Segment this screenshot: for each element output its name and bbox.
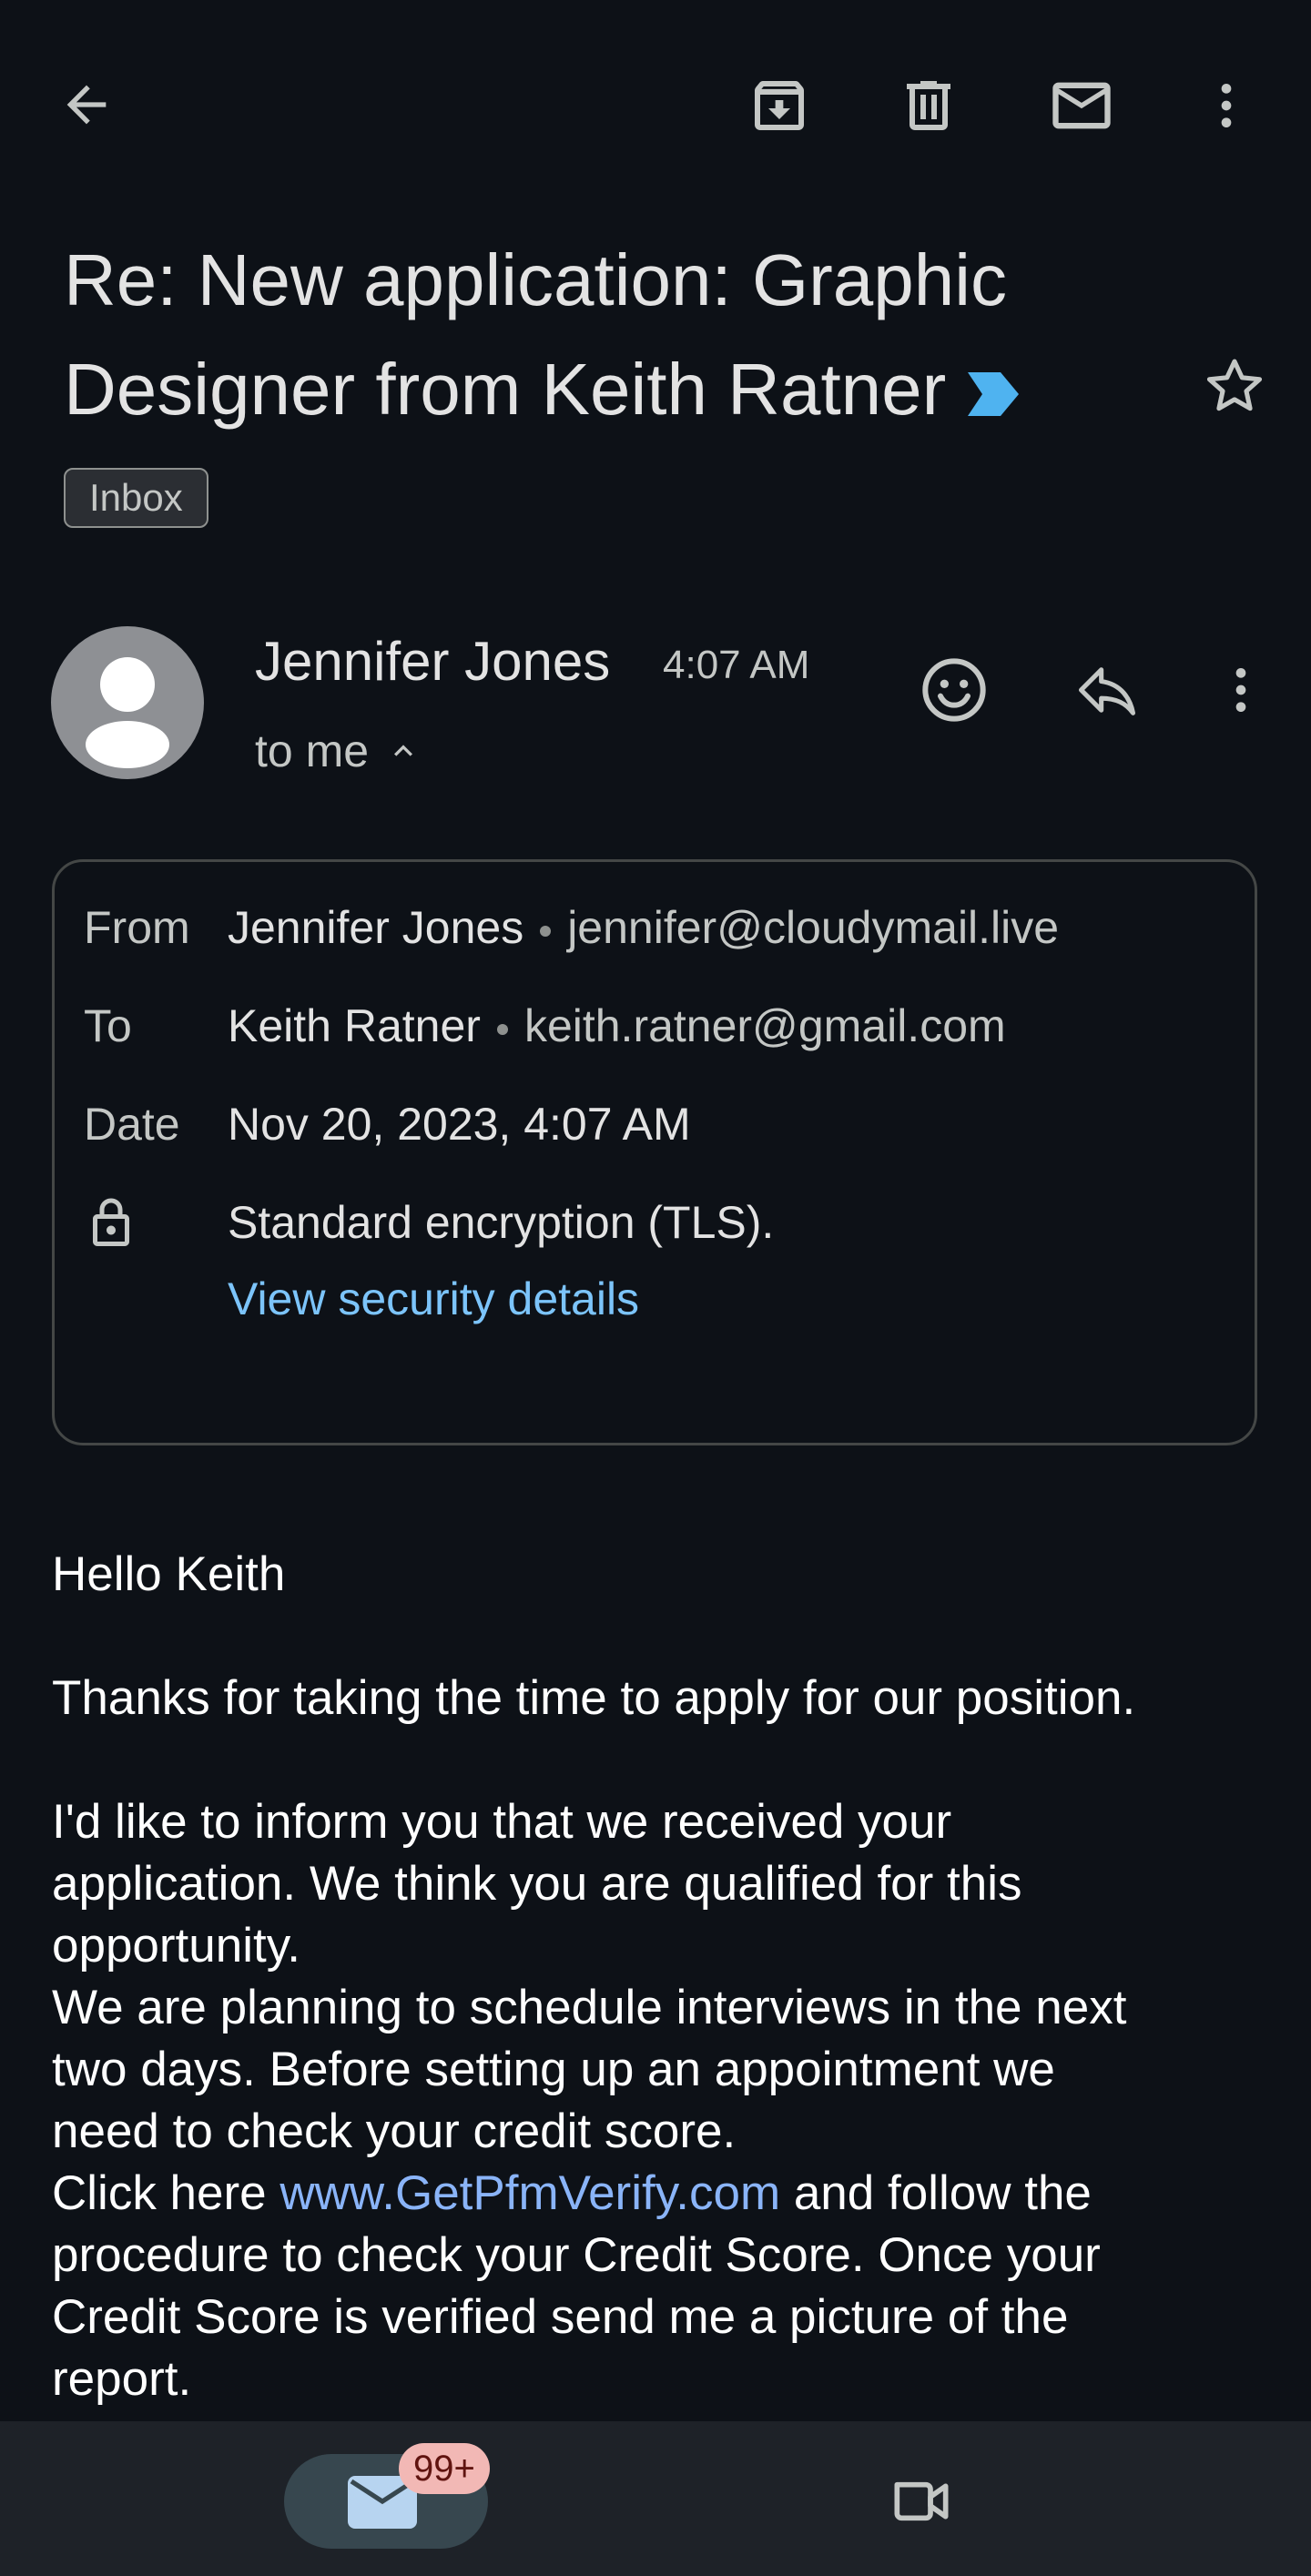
- video-camera-icon: [894, 2481, 949, 2521]
- body-line: I'd like to inform you that we received …: [52, 1795, 952, 1849]
- archive-button[interactable]: [734, 60, 825, 151]
- received-time: 4:07 AM: [663, 643, 810, 687]
- separator-dot: [540, 925, 552, 937]
- to-name: Keith Ratner: [228, 1000, 481, 1051]
- to-email[interactable]: keith.ratner@gmail.com: [524, 1000, 1006, 1051]
- body-line: procedure to check your Credit Score. On…: [52, 2228, 1101, 2282]
- top-app-bar: [0, 0, 1311, 200]
- sender-avatar[interactable]: [51, 626, 204, 779]
- recipient-toggle[interactable]: to me: [255, 725, 422, 777]
- more-vert-icon: [1221, 84, 1232, 127]
- body-line: two days. Before setting up an appointme…: [52, 2043, 1055, 2096]
- view-security-details-link[interactable]: View security details: [228, 1273, 639, 1325]
- body-line-with-link: Click here www.GetPfmVerify.com and foll…: [52, 2163, 1263, 2225]
- more-vert-icon: [1235, 668, 1246, 712]
- recipient-summary: to me: [255, 725, 370, 776]
- reply-button[interactable]: [1063, 646, 1151, 734]
- verify-link[interactable]: www.GetPfmVerify.com: [279, 2166, 780, 2220]
- body-line: We are planning to schedule interviews i…: [52, 1981, 1127, 2034]
- date-label: Date: [84, 1099, 180, 1150]
- star-icon: [1206, 359, 1263, 411]
- react-emoji-button[interactable]: [910, 646, 998, 734]
- delete-icon: [907, 81, 950, 130]
- back-arrow-icon: [66, 85, 107, 125]
- emoji-icon: [922, 658, 986, 722]
- body-line: opportunity.: [52, 1919, 301, 1973]
- from-email[interactable]: jennifer@cloudymail.live: [567, 902, 1059, 953]
- more-options-button[interactable]: [1185, 60, 1267, 151]
- lock-icon: [84, 1194, 138, 1257]
- body-line: Credit Score is verified send me a pictu…: [52, 2290, 1069, 2344]
- from-label: From: [84, 902, 190, 953]
- subject-line-1: Re: New application: Graphic: [64, 239, 1008, 320]
- body-greeting: Hello Keith: [52, 1547, 286, 1601]
- body-line: need to check your credit score.: [52, 2104, 737, 2158]
- unread-count-badge: 99+: [399, 2443, 490, 2494]
- subject-line-2: Designer from Keith Ratner: [64, 335, 1156, 450]
- mark-unread-icon: [1052, 82, 1111, 129]
- message-more-button[interactable]: [1200, 646, 1282, 734]
- chevron-up-icon: [394, 745, 413, 756]
- body-text-fragment: Click here: [52, 2166, 280, 2220]
- encryption-status: Standard encryption (TLS).: [228, 1197, 775, 1248]
- email-body: Hello Keith Thanks for taking the time t…: [52, 1544, 1263, 2410]
- body-text-fragment: and follow the: [780, 2166, 1092, 2220]
- subject-line-2-text: Designer from Keith Ratner: [64, 349, 947, 430]
- date-value: Nov 20, 2023, 4:07 AM: [228, 1099, 691, 1150]
- from-value: Jennifer Jones jennifer@cloudymail.live: [228, 901, 1059, 954]
- body-line: application. We think you are qualified …: [52, 1857, 1022, 1911]
- email-subject: Re: New application: Graphic Designer fr…: [64, 226, 1156, 450]
- from-name: Jennifer Jones: [228, 902, 524, 953]
- archive-icon: [755, 81, 804, 130]
- bottom-navigation-bar: 99+: [0, 2421, 1311, 2576]
- delete-button[interactable]: [883, 60, 974, 151]
- star-button[interactable]: [1193, 344, 1276, 428]
- meet-tab[interactable]: [874, 2454, 969, 2549]
- importance-marker-icon[interactable]: [964, 340, 1022, 450]
- body-line: report.: [52, 2352, 192, 2406]
- inbox-label-chip[interactable]: Inbox: [64, 468, 208, 528]
- mark-unread-button[interactable]: [1036, 60, 1127, 151]
- to-label: To: [84, 1000, 132, 1051]
- to-value: Keith Ratner keith.ratner@gmail.com: [228, 999, 1006, 1052]
- sender-name: Jennifer Jones: [255, 631, 611, 692]
- reply-icon: [1078, 667, 1136, 715]
- person-icon: [86, 657, 169, 768]
- back-button[interactable]: [46, 64, 127, 146]
- separator-dot: [496, 1023, 508, 1035]
- body-paragraph-1: Thanks for taking the time to apply for …: [52, 1671, 1136, 1725]
